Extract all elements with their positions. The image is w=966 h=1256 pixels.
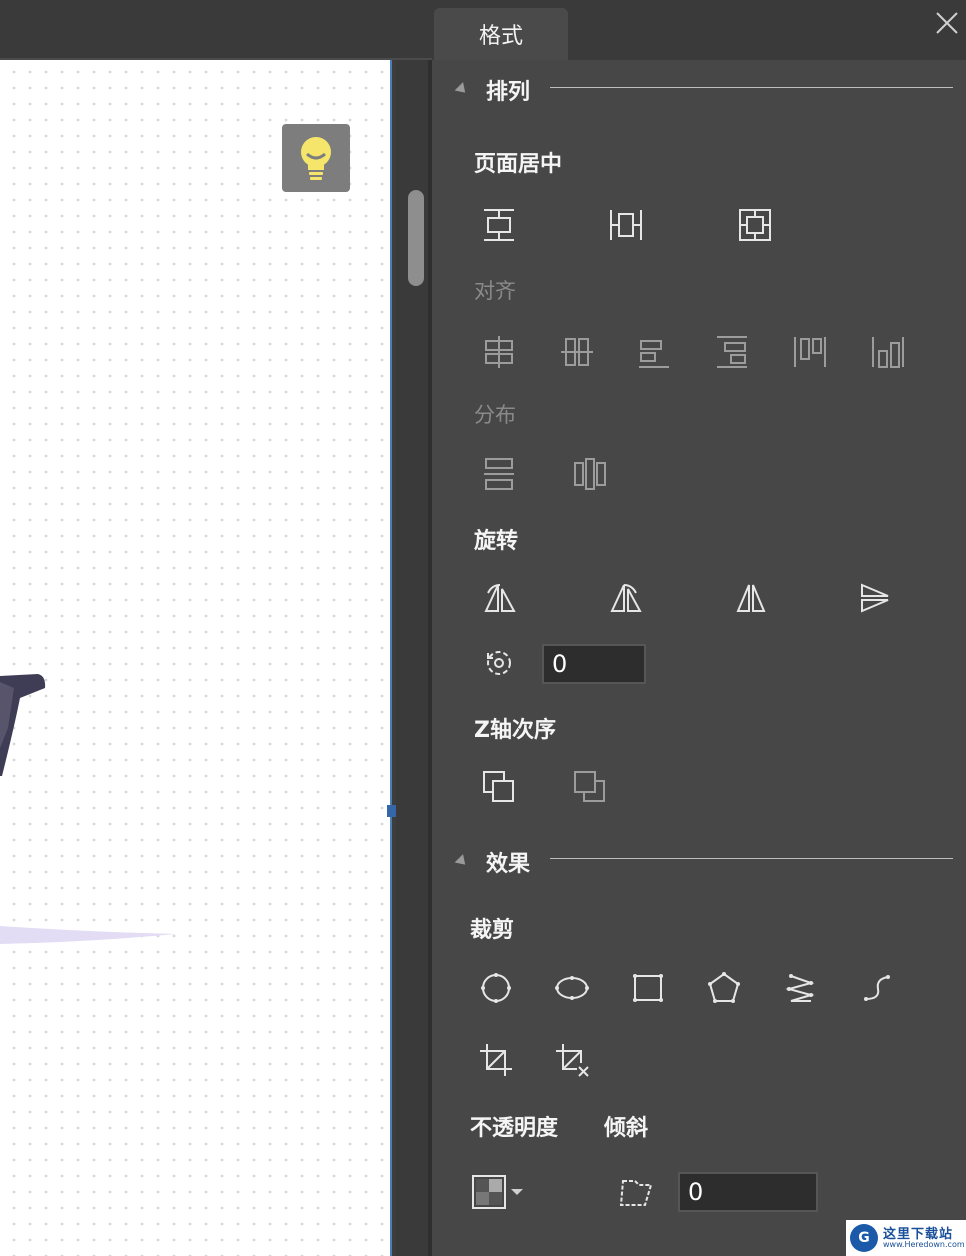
align-center-horizontal-icon [610,210,642,240]
close-icon [936,12,958,34]
align-top-icon [794,337,826,367]
distribute-vertical-icon [484,458,514,490]
crop-circle-button[interactable] [474,966,518,1010]
crop-ellipse-icon [555,976,589,1000]
distribute-horizontal-button[interactable] [568,452,612,496]
bring-forward-icon [483,771,514,802]
close-button[interactable] [932,8,962,38]
chevron-down-icon [511,1189,523,1195]
skew-icon [619,1180,653,1206]
crop-polygon-button[interactable] [702,966,746,1010]
crop-curve-icon [864,975,890,1001]
rotate-left-button[interactable] [477,576,521,620]
crop-icon [480,1044,512,1076]
arrange-divider [550,87,953,88]
center-vertical-button[interactable] [477,203,521,247]
bring-forward-button[interactable] [477,765,521,809]
opacity-checker-icon [472,1175,506,1209]
watermark-logo: G [850,1224,878,1252]
canvas-edge [390,60,392,1256]
flip-vertical-icon [861,583,889,613]
align-left-icon [639,340,669,368]
page-center-label: 页面居中 [474,152,563,177]
skew-label: 倾斜 [604,1116,649,1141]
align-center-vertical-icon [484,209,514,241]
rotate-left-icon [484,584,516,612]
crop-circle-icon [481,973,511,1003]
rotate-right-icon [610,584,642,612]
glasses-object[interactable] [0,668,50,778]
remove-crop-icon [556,1044,589,1077]
align-top-button[interactable] [788,330,832,374]
align-middle-icon [561,338,593,366]
drawing-canvas[interactable] [0,60,392,1256]
opacity-label: 不透明度 [470,1116,559,1141]
send-backward-icon [574,771,605,802]
distribute-vertical-button[interactable] [477,452,521,496]
flip-horizontal-button[interactable] [729,576,773,620]
section-effects-title[interactable]: 效果 [486,846,530,878]
object-shadow [0,926,176,944]
canvas-header-strip [0,0,432,60]
rotation-angle-icon-wrap [477,641,521,685]
send-backward-button[interactable] [568,765,612,809]
effects-divider [550,858,953,859]
crop-curve-button[interactable] [855,966,899,1010]
crop-rectangle-button[interactable] [626,966,670,1010]
z-order-label: Z轴次序 [474,718,556,743]
lightbulb-icon [301,137,331,180]
watermark-line2: www.Heredown.com [883,1239,965,1249]
align-bottom-button[interactable] [866,330,910,374]
align-center-both-icon [739,209,771,241]
tab-format[interactable]: 格式 [434,8,568,60]
flip-vertical-button[interactable] [853,576,897,620]
watermark-line1: 这里下载站 [883,1226,954,1242]
align-left-button[interactable] [632,330,676,374]
tip-button[interactable] [282,124,350,192]
flip-horizontal-icon [736,584,766,612]
crop-freeform-icon [785,974,815,1002]
skew-input[interactable] [678,1172,818,1212]
crop-pentagon-icon [708,972,740,1003]
rotation-angle-input[interactable] [542,644,646,684]
align-center-icon [485,336,513,368]
center-horizontal-button[interactable] [604,203,648,247]
skew-icon-wrap [614,1170,658,1214]
rotate-right-button[interactable] [603,576,647,620]
site-watermark: G 这里下载站 www.Heredown.com [846,1220,966,1256]
align-bottom-icon [872,337,904,368]
align-right-button[interactable] [710,330,754,374]
crop-rectangle-icon [633,974,663,1002]
rotate-gear-icon [487,651,511,675]
scrollbar-thumb[interactable] [408,190,424,286]
section-arrange-title[interactable]: 排列 [486,74,530,106]
crop-freeform-button[interactable] [778,966,822,1010]
align-center-button[interactable] [477,330,521,374]
align-label: 对齐 [474,279,516,303]
remove-crop-button[interactable] [550,1038,594,1082]
opacity-dropdown[interactable] [472,1172,532,1212]
align-right-icon [717,336,747,368]
crop-ellipse-button[interactable] [550,966,594,1010]
align-middle-button[interactable] [555,330,599,374]
crop-label: 裁剪 [470,918,515,943]
center-both-button[interactable] [733,203,777,247]
distribute-label: 分布 [474,403,516,427]
rotate-label: 旋转 [474,529,519,554]
distribute-horizontal-icon [574,458,606,490]
crop-button[interactable] [474,1038,518,1082]
